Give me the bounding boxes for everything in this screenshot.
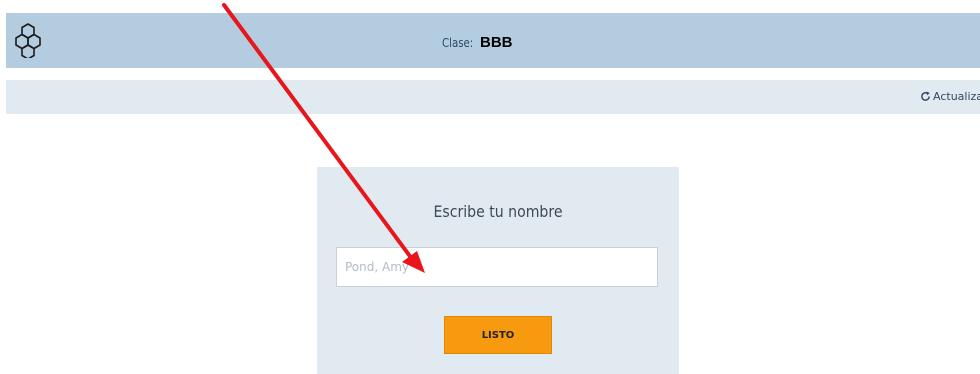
- card-title: Escribe tu nombre: [433, 202, 563, 221]
- top-header: Clase: BBB: [6, 13, 980, 68]
- class-label: Clase:: [442, 36, 474, 50]
- refresh-link[interactable]: Actualizar: [920, 90, 980, 103]
- name-entry-card: Escribe tu nombre LISTO: [317, 167, 679, 374]
- hexagon-cluster-icon[interactable]: [11, 22, 45, 58]
- name-input[interactable]: [336, 247, 658, 287]
- ready-button[interactable]: LISTO: [444, 316, 552, 354]
- refresh-label: Actualizar: [933, 90, 980, 103]
- class-name: BBB: [480, 34, 513, 51]
- refresh-icon: [921, 91, 930, 101]
- toolbar: Actualizar: [6, 80, 980, 114]
- page: Clase: BBB Actualizar Escribe tu nombre …: [0, 0, 980, 374]
